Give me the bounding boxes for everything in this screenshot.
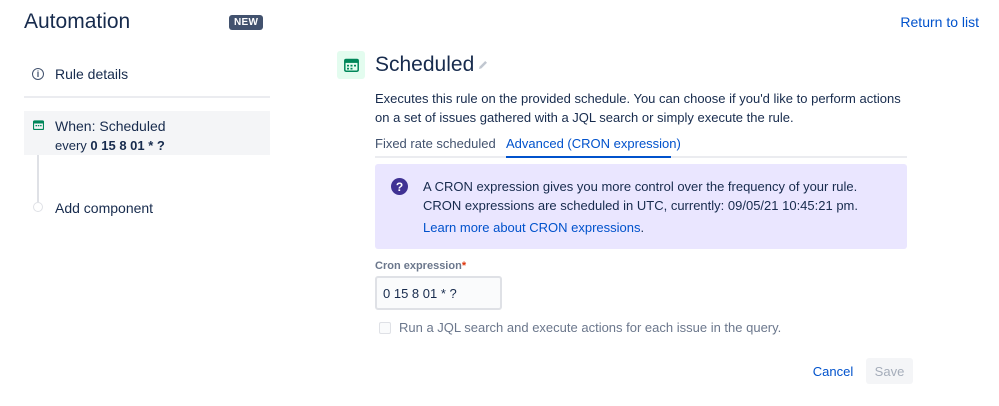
calendar-icon: [343, 58, 359, 72]
info-icon: i: [32, 68, 44, 80]
cron-info-panel: ? A CRON expression gives you more contr…: [375, 164, 907, 249]
app-title: Automation: [24, 10, 131, 33]
cron-learn-more: Learn more about CRON expressions.: [423, 220, 644, 235]
cron-info-text: A CRON expression gives you more control…: [423, 179, 858, 213]
schedule-tabs: Fixed rate scheduled Advanced (CRON expr…: [375, 133, 907, 158]
trigger-schedule-expression: 0 15 8 01 * ?: [90, 138, 165, 153]
question-icon: ?: [391, 178, 408, 195]
trigger-schedule: every 0 15 8 01 * ?: [55, 138, 165, 153]
cancel-button[interactable]: Cancel: [805, 359, 861, 384]
rule-details-label: Rule details: [55, 66, 129, 82]
trigger-item[interactable]: When: Scheduled every 0 15 8 01 * ?: [24, 111, 270, 155]
add-component-link[interactable]: Add component: [55, 200, 153, 216]
learn-more-link[interactable]: Learn more about CRON expressions: [423, 220, 641, 235]
add-component-dot: [33, 202, 43, 212]
active-tab-indicator: [506, 156, 671, 158]
required-mark: *: [461, 260, 467, 272]
return-to-list-link[interactable]: Return to list: [900, 14, 979, 30]
learn-more-period: .: [640, 220, 645, 235]
jql-option[interactable]: Run a JQL search and execute actions for…: [379, 320, 781, 335]
cron-label-text: Cron expression: [375, 260, 462, 272]
panel-description: Executes this rule on the provided sched…: [375, 91, 901, 125]
save-button[interactable]: Save: [866, 358, 913, 384]
calendar-icon: [33, 120, 44, 130]
pencil-icon[interactable]: [477, 59, 489, 71]
jql-checkbox[interactable]: [379, 321, 391, 334]
tab-fixed-rate[interactable]: Fixed rate scheduled: [375, 136, 496, 151]
cron-expression-label: Cron expression*: [375, 260, 466, 272]
flow-connector: [37, 155, 39, 202]
trigger-schedule-prefix: every: [55, 138, 91, 153]
panel-title: Scheduled: [375, 53, 475, 76]
tab-advanced-cron[interactable]: Advanced (CRON expression): [506, 136, 681, 151]
panel-header-icon: [337, 51, 365, 79]
jql-checkbox-label: Run a JQL search and execute actions for…: [399, 320, 782, 335]
new-badge: NEW: [229, 15, 264, 30]
rule-details-item[interactable]: i Rule details: [32, 66, 128, 82]
trigger-title: When: Scheduled: [55, 118, 166, 134]
cron-expression-input[interactable]: [375, 276, 502, 310]
sidebar-divider: [24, 96, 270, 98]
